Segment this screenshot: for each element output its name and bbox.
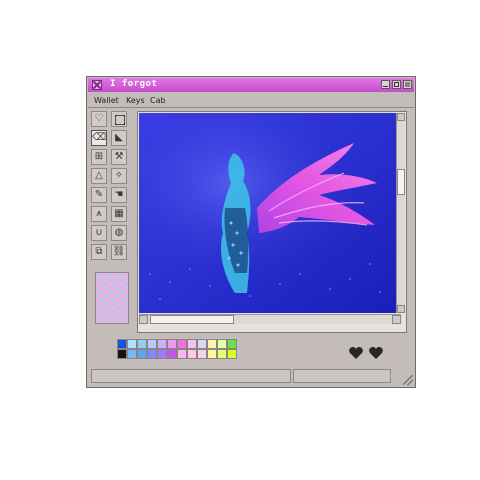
palette-swatch[interactable] xyxy=(187,339,197,349)
window-icon xyxy=(92,80,102,90)
scroll-left-arrow-icon[interactable] xyxy=(139,315,148,324)
grid-icon[interactable]: ▦ xyxy=(111,206,127,222)
palette-swatch[interactable] xyxy=(117,339,127,349)
hearts-indicator xyxy=(349,347,389,363)
status-cell-secondary xyxy=(293,369,391,383)
heart-icon xyxy=(369,347,383,359)
palette-swatch[interactable] xyxy=(127,339,137,349)
scroll-up-arrow-icon[interactable] xyxy=(397,113,405,121)
menu-wallet[interactable]: Wallet xyxy=(94,96,119,105)
palette-swatch[interactable] xyxy=(177,339,187,349)
horizontal-scroll-thumb[interactable] xyxy=(150,315,234,324)
magnet-icon[interactable]: ∪ xyxy=(91,225,107,241)
close-button[interactable] xyxy=(403,80,412,89)
status-cell-main xyxy=(91,369,291,383)
pencil-icon[interactable]: ✎ xyxy=(91,187,107,203)
palette-swatch[interactable] xyxy=(177,349,187,359)
status-bar xyxy=(91,369,391,383)
palette-swatch[interactable] xyxy=(217,339,227,349)
compass-icon[interactable]: ⩚ xyxy=(91,206,107,222)
palette-swatch[interactable] xyxy=(167,339,177,349)
palette-swatch[interactable] xyxy=(137,349,147,359)
menu-cab[interactable]: Cab xyxy=(150,96,166,105)
palette-swatch[interactable] xyxy=(137,339,147,349)
color-palette xyxy=(117,339,237,359)
link-icon[interactable]: ⛓ xyxy=(111,244,127,260)
menu-keys[interactable]: Keys xyxy=(126,96,145,105)
globe-icon[interactable]: ◍ xyxy=(111,225,127,241)
vertical-scroll-thumb[interactable] xyxy=(397,169,405,195)
palette-swatch[interactable] xyxy=(207,339,217,349)
palette-swatch[interactable] xyxy=(117,349,127,359)
horizontal-scrollbar[interactable] xyxy=(139,314,401,324)
palette-swatch[interactable] xyxy=(227,339,237,349)
scroll-down-arrow-icon[interactable] xyxy=(397,305,405,313)
menu-divider xyxy=(88,107,414,108)
palette-swatch[interactable] xyxy=(187,349,197,359)
heart-icon xyxy=(349,347,363,359)
palette-swatch[interactable] xyxy=(147,339,157,349)
scroll-right-arrow-icon[interactable] xyxy=(392,315,401,324)
palette-swatch[interactable] xyxy=(197,339,207,349)
palette-swatch[interactable] xyxy=(227,349,237,359)
palette-swatch[interactable] xyxy=(147,349,157,359)
paint-bucket-icon[interactable]: ◣ xyxy=(111,130,127,146)
palette-swatch[interactable] xyxy=(127,349,137,359)
vertical-scrollbar[interactable] xyxy=(396,113,405,313)
palette-swatch[interactable] xyxy=(217,349,227,359)
window-title: I forgot xyxy=(110,79,158,89)
canvas-image[interactable] xyxy=(139,113,401,313)
heart-outline-icon[interactable]: ♡ xyxy=(91,111,107,127)
stamp-icon[interactable]: ⊞ xyxy=(91,149,107,165)
magic-wand-icon[interactable]: ✧ xyxy=(111,168,127,184)
pattern-preview[interactable] xyxy=(95,272,129,324)
paint-window: I forgot Wallet Keys Cab ♡ ⌫ ◣ ⊞ ⚒ △ ✧ ✎ ☚ ⩚ ▦ ∪ ◍ ⧉ ⛓ xyxy=(86,76,416,388)
desktop: I forgot Wallet Keys Cab ♡ ⌫ ◣ ⊞ ⚒ △ ✧ ✎ ☚ ⩚ ▦ ∪ ◍ ⧉ ⛓ xyxy=(0,0,480,480)
palette-swatch[interactable] xyxy=(167,349,177,359)
canvas-artwork xyxy=(139,113,401,313)
canvas-frame xyxy=(137,111,407,333)
palette-swatch[interactable] xyxy=(207,349,217,359)
title-bar[interactable]: I forgot xyxy=(88,78,414,92)
palette-swatch[interactable] xyxy=(157,339,167,349)
menu-bar: Wallet Keys Cab xyxy=(88,93,414,107)
eraser-icon[interactable]: ⌫ xyxy=(91,130,107,146)
palette-swatch[interactable] xyxy=(157,349,167,359)
layers-icon[interactable]: ⧉ xyxy=(91,244,107,260)
pyramid-icon[interactable]: △ xyxy=(91,168,107,184)
maximize-button[interactable] xyxy=(392,80,401,89)
palette-swatch[interactable] xyxy=(197,349,207,359)
minimize-button[interactable] xyxy=(381,80,390,89)
hand-icon[interactable]: ☚ xyxy=(111,187,127,203)
wrench-icon[interactable]: ⚒ xyxy=(111,149,127,165)
dashed-select-icon[interactable] xyxy=(111,111,127,127)
resize-grip-icon[interactable] xyxy=(403,375,413,385)
